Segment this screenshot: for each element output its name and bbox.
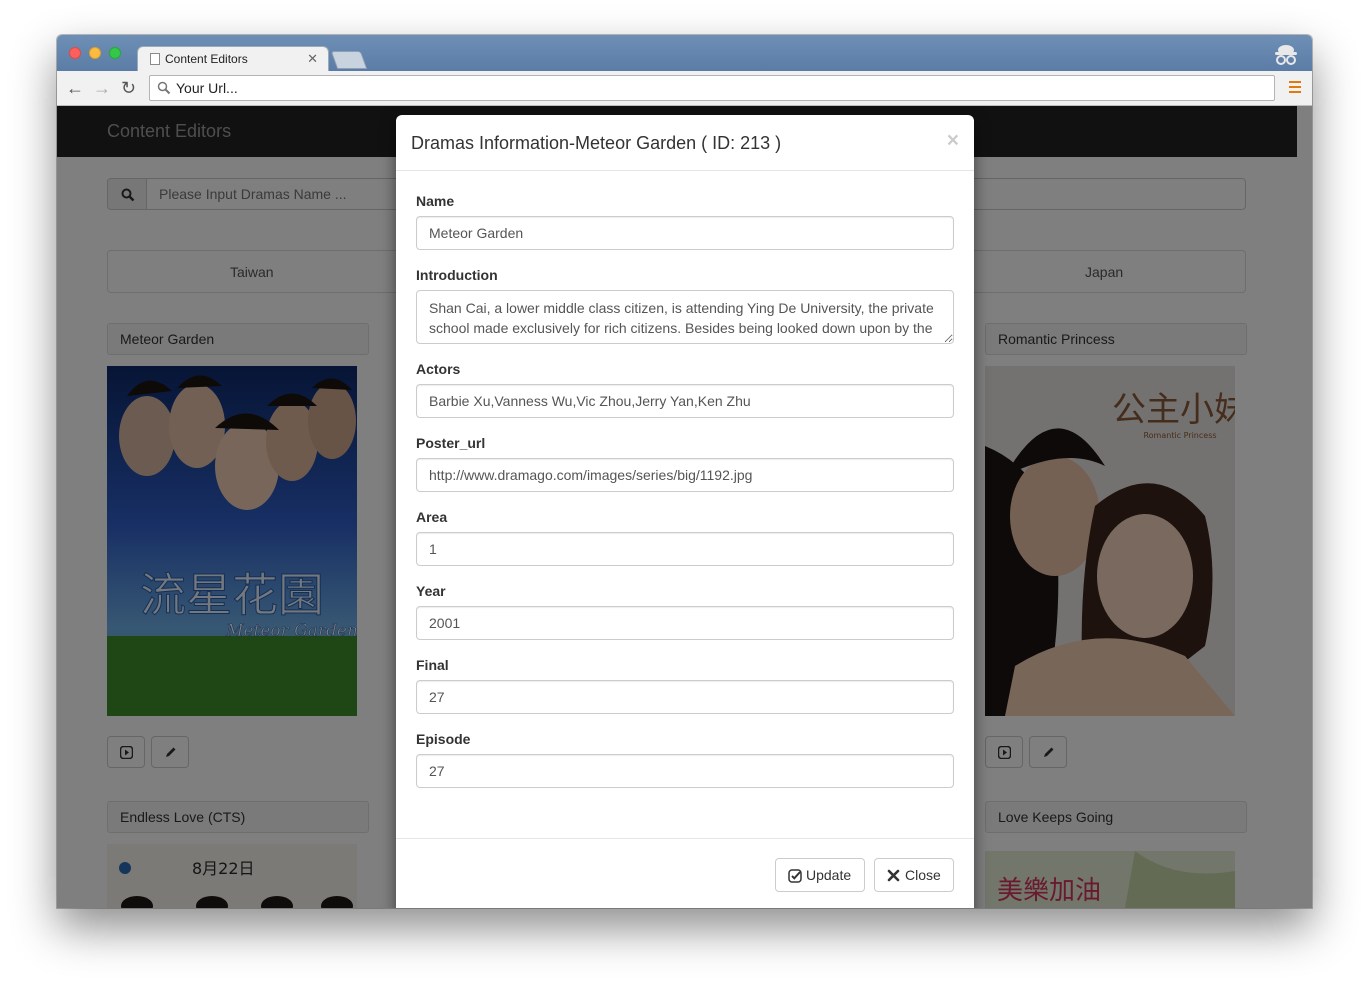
check-square-icon (788, 869, 802, 883)
browser-titlebar: Content Editors ✕ (57, 35, 1312, 72)
actors-label: Actors (416, 361, 461, 377)
forward-arrow-icon[interactable]: → (93, 78, 111, 99)
new-tab-button[interactable] (330, 51, 368, 69)
name-field[interactable] (416, 216, 954, 250)
browser-window: Content Editors ✕ ← → ↻ Your Url... Cont… (57, 35, 1312, 908)
close-window-button[interactable] (69, 47, 81, 59)
area-label: Area (416, 509, 448, 525)
final-field[interactable] (416, 680, 954, 714)
drama-info-modal: Dramas Information-Meteor Garden ( ID: 2… (396, 115, 974, 908)
address-bar[interactable]: Your Url... (149, 75, 1275, 101)
poster-url-field[interactable] (416, 458, 954, 492)
hamburger-menu-icon[interactable] (1289, 81, 1301, 95)
browser-toolbar: ← → ↻ Your Url... (57, 71, 1312, 106)
introduction-field[interactable]: Shan Cai, a lower middle class citizen, … (416, 290, 954, 344)
name-label: Name (416, 193, 455, 209)
incognito-icon (1275, 45, 1297, 65)
modal-title: Dramas Information-Meteor Garden ( ID: 2… (411, 133, 782, 153)
tab-close-icon[interactable]: ✕ (307, 51, 318, 67)
poster-url-label: Poster_url (416, 435, 486, 451)
update-button[interactable]: Update (775, 858, 865, 892)
back-arrow-icon[interactable]: ← (66, 78, 84, 99)
update-button-label: Update (806, 867, 852, 883)
area-field[interactable] (416, 532, 954, 566)
reload-icon[interactable]: ↻ (121, 78, 136, 99)
year-field[interactable] (416, 606, 954, 640)
tab-title: Content Editors (165, 52, 248, 66)
close-button-label: Close (905, 867, 941, 883)
modal-footer: Update Close (396, 838, 974, 908)
address-text: Your Url... (176, 80, 238, 96)
year-label: Year (416, 583, 446, 599)
maximize-window-button[interactable] (109, 47, 121, 59)
actors-field[interactable] (416, 384, 954, 418)
browser-tab[interactable]: Content Editors ✕ (137, 46, 329, 72)
app-page: Content Editors Taiwan Japan Meteor Gard… (57, 106, 1312, 908)
close-button[interactable]: Close (874, 858, 954, 892)
episode-field[interactable] (416, 754, 954, 788)
minimize-window-button[interactable] (89, 47, 101, 59)
close-icon (887, 869, 900, 882)
modal-close-icon[interactable]: × (947, 129, 959, 153)
episode-label: Episode (416, 731, 471, 747)
modal-header: Dramas Information-Meteor Garden ( ID: 2… (396, 115, 974, 171)
introduction-label: Introduction (416, 267, 498, 283)
final-label: Final (416, 657, 449, 673)
search-icon (157, 81, 171, 95)
document-icon (150, 53, 160, 65)
